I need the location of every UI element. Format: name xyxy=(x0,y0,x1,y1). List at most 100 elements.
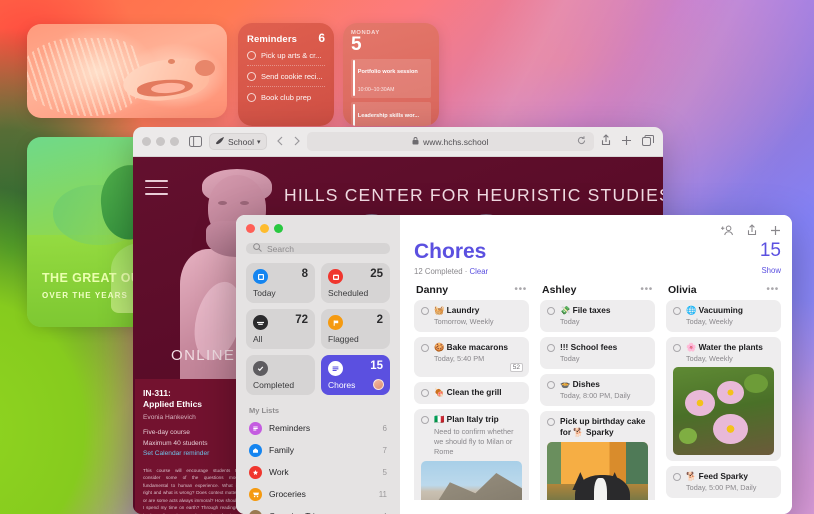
completed-row: 12 Completed · Clear xyxy=(414,267,488,276)
reminder-card[interactable]: 🐕 Feed Sparky Today, 5:00 PM, Daily xyxy=(666,465,781,498)
reminders-app-window[interactable]: Search 8 Today 25 Scheduled 72 All 2 Fla… xyxy=(236,215,792,514)
reminder-card[interactable]: 🍲 Dishes Today, 8:00 PM, Daily xyxy=(540,373,655,406)
smart-list-flagged[interactable]: 2 Flagged xyxy=(321,309,390,349)
forward-chevron-icon[interactable] xyxy=(294,133,300,151)
clear-completed-button[interactable]: Clear xyxy=(470,267,489,276)
course-meta-capacity: Maximum 40 students xyxy=(143,439,208,447)
reminder-card[interactable]: 🍖 Clean the grill xyxy=(414,381,529,404)
set-calendar-reminder-link[interactable]: Set Calendar reminder xyxy=(143,449,239,460)
checkbox-circle-icon[interactable] xyxy=(247,93,256,102)
reminder-card[interactable]: 🧺 Laundry Tomorrow, Weekly xyxy=(414,300,529,332)
smart-list-count: 72 xyxy=(295,314,308,326)
reminder-card[interactable]: 💸 File taxes Today xyxy=(540,300,655,332)
close-button[interactable] xyxy=(142,137,151,146)
checkbox-circle-icon[interactable] xyxy=(247,51,256,60)
reminders-widget[interactable]: Reminders 6 Pick up arts & cr... Send co… xyxy=(238,23,334,126)
checkbox-circle-icon[interactable] xyxy=(247,72,256,81)
minimize-button[interactable] xyxy=(156,137,165,146)
list-item-groceries[interactable]: Groceries 11 xyxy=(246,483,390,505)
poster-subheadline: OVER THE YEARS xyxy=(42,291,128,300)
checkbox-circle-icon[interactable] xyxy=(547,307,555,315)
reminders-widget-item-label: Send cookie reci... xyxy=(261,72,323,81)
dog-photo xyxy=(27,24,227,118)
reminders-widget-item[interactable]: Pick up arts & cr... xyxy=(247,45,325,66)
smart-list-all[interactable]: 72 All xyxy=(246,309,315,349)
smart-list-scheduled[interactable]: 25 Scheduled xyxy=(321,263,390,303)
reminders-widget-item[interactable]: Book club prep xyxy=(247,87,325,107)
reminder-title: 🌸 Water the plants xyxy=(686,342,763,353)
smart-list-today[interactable]: 8 Today xyxy=(246,263,315,303)
add-reminder-icon[interactable] xyxy=(770,223,781,241)
calendar-event[interactable]: Leadership skills wor... 11AM–12PM xyxy=(351,102,431,126)
reminders-widget-item-label: Pick up arts & cr... xyxy=(261,51,322,60)
reminder-card[interactable]: 🍪 Bake macarons Today, 5:40 PM 52 xyxy=(414,336,529,377)
leaf xyxy=(743,373,768,394)
reminder-emoji: 💸 xyxy=(560,305,571,315)
add-people-icon[interactable] xyxy=(720,223,734,241)
checkbox-circle-icon[interactable] xyxy=(547,380,555,389)
list-name: Reminders xyxy=(269,423,311,433)
smart-list-chores[interactable]: 15 Chores xyxy=(321,355,390,395)
checkbox-circle-icon[interactable] xyxy=(421,307,429,315)
column-more-options-icon[interactable]: ••• xyxy=(766,285,779,295)
smart-list-completed[interactable]: Completed xyxy=(246,355,315,395)
cosmos-flowers-photo xyxy=(673,366,774,455)
reminder-card[interactable]: 🌐 Vacuuming Today, Weekly xyxy=(666,300,781,332)
show-completed-button[interactable]: Show xyxy=(760,266,781,275)
smart-list-count: 2 xyxy=(376,314,383,326)
reminders-widget-header: Reminders 6 xyxy=(247,31,325,45)
reminder-card[interactable]: Pick up birthday cake for 🐕 Sparky xyxy=(540,410,655,500)
reminder-title: 🐕 Feed Sparky xyxy=(686,471,748,482)
chores-header: Chores 12 Completed · Clear 15 Show xyxy=(414,241,781,276)
list-item-camping-trip[interactable]: Camping Trip 4 xyxy=(246,505,390,514)
close-button[interactable] xyxy=(246,224,255,233)
back-chevron-icon[interactable] xyxy=(276,133,283,151)
calendar-event[interactable]: Portfolio work session 10:00–10:30AM xyxy=(351,58,431,99)
column-more-options-icon[interactable]: ••• xyxy=(640,285,653,295)
checkbox-circle-icon[interactable] xyxy=(673,343,681,352)
column-name: Danny xyxy=(416,284,449,296)
checkbox-circle-icon[interactable] xyxy=(673,307,681,315)
column-more-options-icon[interactable]: ••• xyxy=(514,285,527,295)
chores-columns: Danny ••• 🧺 Laundry Tomorrow, Weekly 🍪 B… xyxy=(414,284,781,500)
tab-overview-icon[interactable] xyxy=(642,133,654,151)
reminder-card[interactable]: 🌸 Water the plants Today, Weekly xyxy=(666,336,781,461)
reminder-card[interactable]: 🇮🇹 Plan Italy trip Need to confirm wheth… xyxy=(414,408,529,500)
list-item-work[interactable]: Work 5 xyxy=(246,461,390,483)
reload-icon[interactable] xyxy=(577,136,586,147)
address-bar[interactable]: www.hchs.school xyxy=(306,132,594,151)
maximize-button[interactable] xyxy=(170,137,179,146)
column-header: Ashley ••• xyxy=(540,284,655,300)
safari-profile-chip[interactable]: School ▾ xyxy=(209,133,267,150)
plus-icon[interactable] xyxy=(621,133,632,151)
reminder-card[interactable]: !!! School fees Today xyxy=(540,336,655,369)
minimize-button[interactable] xyxy=(260,224,269,233)
safari-nav-buttons[interactable] xyxy=(276,133,300,151)
column-name: Olivia xyxy=(668,284,697,296)
safari-right-buttons[interactable] xyxy=(601,133,654,151)
course-card[interactable]: IN-311: Applied Ethics Evonia Hankevich … xyxy=(135,379,247,514)
checkbox-circle-icon[interactable] xyxy=(673,472,681,481)
checkbox-circle-icon[interactable] xyxy=(547,343,555,352)
reminders-widget-item[interactable]: Send cookie reci... xyxy=(247,66,325,87)
calendar-widget[interactable]: MONDAY 5 Portfolio work session 10:00–10… xyxy=(343,23,439,126)
window-traffic-lights[interactable] xyxy=(246,224,387,233)
photos-widget[interactable] xyxy=(27,24,227,118)
hamburger-menu-icon[interactable] xyxy=(145,180,168,200)
list-item-family[interactable]: Family 7 xyxy=(246,439,390,461)
window-traffic-lights[interactable] xyxy=(142,137,179,146)
list-item-reminders[interactable]: Reminders 6 xyxy=(246,417,390,439)
reminder-emoji: 🧺 xyxy=(434,305,445,315)
checkbox-circle-icon[interactable] xyxy=(421,343,429,352)
checkbox-circle-icon[interactable] xyxy=(421,388,429,397)
share-icon[interactable] xyxy=(601,133,611,151)
checkbox-circle-icon[interactable] xyxy=(547,417,555,426)
share-icon[interactable] xyxy=(747,223,757,241)
checkbox-circle-icon[interactable] xyxy=(421,415,429,424)
sidebar-icon[interactable] xyxy=(189,136,202,147)
maximize-button[interactable] xyxy=(274,224,283,233)
search-input[interactable]: Search xyxy=(246,243,390,254)
house-icon xyxy=(249,443,262,457)
flower xyxy=(713,414,748,445)
reminders-toolbar[interactable] xyxy=(720,223,781,241)
